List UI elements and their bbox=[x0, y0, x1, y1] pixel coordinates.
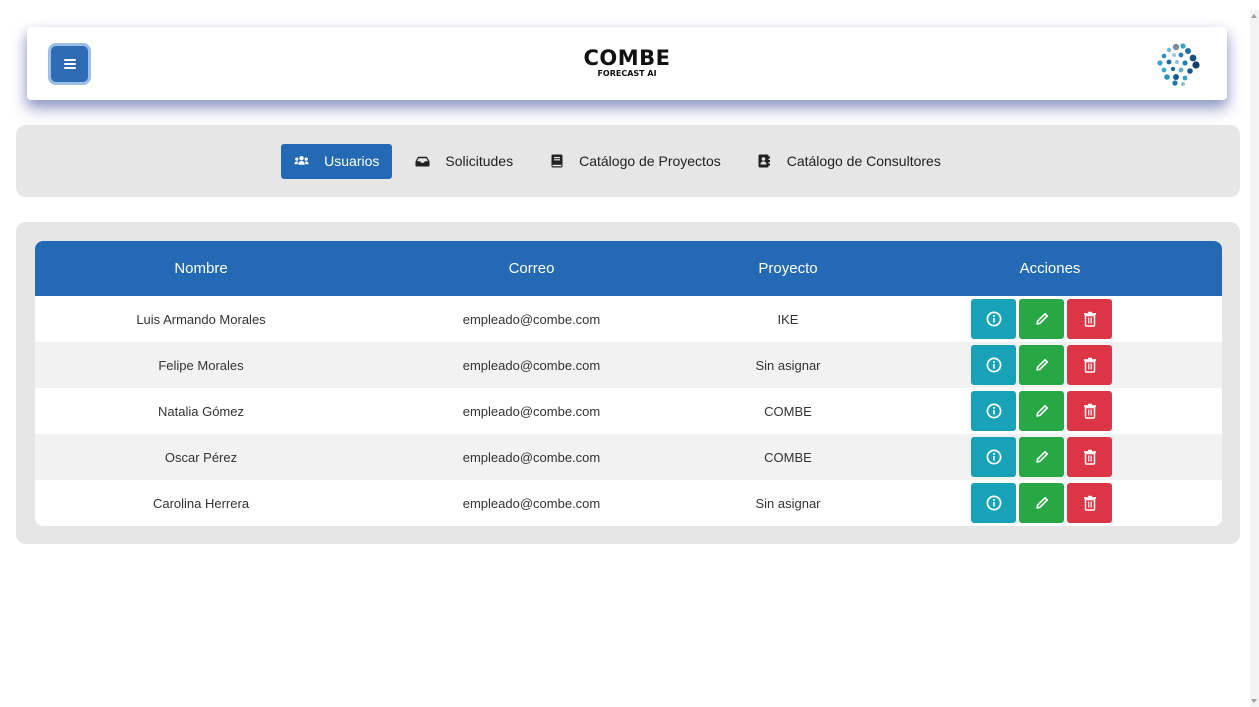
vertical-scrollbar[interactable] bbox=[1250, 10, 1259, 707]
pencil-icon bbox=[1034, 403, 1050, 419]
cell-proyecto: IKE bbox=[777, 311, 799, 327]
nav-item-usuarios[interactable]: Usuarios bbox=[281, 143, 393, 179]
cell-nombre: Oscar Pérez bbox=[164, 449, 238, 465]
trash-icon bbox=[1083, 357, 1097, 373]
app-subtitle: FORECAST AI bbox=[597, 69, 657, 78]
trash-icon bbox=[1083, 449, 1097, 465]
info-button[interactable] bbox=[971, 345, 1016, 385]
scroll-up-icon[interactable] bbox=[1251, 14, 1257, 18]
info-icon bbox=[986, 357, 1002, 373]
nav-item-label: Catálogo de Proyectos bbox=[579, 153, 721, 169]
brand: COMBE FORECAST AI bbox=[27, 47, 1227, 79]
pencil-icon bbox=[1034, 357, 1050, 373]
main-nav: Usuarios Solicitudes Catálogo de Proyect… bbox=[16, 125, 1240, 197]
pencil-icon bbox=[1034, 311, 1050, 327]
table-header: Nombre Correo Proyecto Acciones bbox=[35, 241, 1222, 296]
edit-button[interactable] bbox=[1019, 437, 1064, 477]
nav-item-solicitudes[interactable]: Solicitudes bbox=[402, 144, 526, 179]
nav-item-label: Catálogo de Consultores bbox=[786, 153, 941, 169]
cell-nombre: Carolina Herrera bbox=[152, 495, 250, 511]
users-panel: Nombre Correo Proyecto Acciones Luis Arm… bbox=[16, 222, 1240, 544]
cell-acciones bbox=[880, 345, 1220, 385]
cell-nombre: Luis Armando Morales bbox=[136, 311, 266, 327]
inbox-icon bbox=[415, 154, 430, 168]
edit-button[interactable] bbox=[1019, 483, 1064, 523]
cell-nombre: Felipe Morales bbox=[158, 357, 244, 373]
scroll-down-icon[interactable] bbox=[1251, 699, 1257, 703]
cell-acciones bbox=[880, 483, 1220, 523]
app-title: COMBE bbox=[583, 46, 671, 70]
column-header-acciones: Acciones bbox=[1019, 260, 1081, 277]
nav-item-catalogo-proyectos[interactable]: Catálogo de Proyectos bbox=[536, 144, 734, 179]
info-icon bbox=[986, 311, 1002, 327]
nav-item-label: Solicitudes bbox=[445, 153, 514, 169]
info-icon bbox=[986, 449, 1002, 465]
cell-proyecto: Sin asignar bbox=[755, 357, 821, 373]
cell-correo: empleado@combe.com bbox=[462, 495, 601, 511]
column-header-correo: Correo bbox=[508, 260, 555, 277]
trash-icon bbox=[1083, 495, 1097, 511]
table-row: Oscar Pérez empleado@combe.com COMBE bbox=[35, 434, 1222, 480]
cell-acciones bbox=[880, 391, 1220, 431]
nav-item-label: Usuarios bbox=[324, 153, 380, 169]
nav-item-catalogo-consultores[interactable]: Catálogo de Consultores bbox=[744, 144, 954, 179]
trash-icon bbox=[1083, 403, 1097, 419]
cell-proyecto: Sin asignar bbox=[755, 495, 821, 511]
page: COMBE FORECAST AI Usuarios Solicitudes C… bbox=[9, 10, 1249, 707]
table-row: Felipe Morales empleado@combe.com Sin asig… bbox=[35, 342, 1222, 388]
info-icon bbox=[986, 495, 1002, 511]
delete-button[interactable] bbox=[1067, 345, 1112, 385]
info-button[interactable] bbox=[971, 391, 1016, 431]
edit-button[interactable] bbox=[1019, 345, 1064, 385]
cell-correo: empleado@combe.com bbox=[462, 403, 601, 419]
delete-button[interactable] bbox=[1067, 299, 1112, 339]
table-row: Natalia Gómez empleado@combe.com COMBE bbox=[35, 388, 1222, 434]
cell-correo: empleado@combe.com bbox=[462, 357, 601, 373]
book-icon bbox=[549, 154, 564, 168]
column-header-nombre: Nombre bbox=[174, 260, 228, 277]
trash-icon bbox=[1083, 311, 1097, 327]
delete-button[interactable] bbox=[1067, 437, 1112, 477]
column-header-proyecto: Proyecto bbox=[758, 260, 818, 277]
cell-nombre: Natalia Gómez bbox=[158, 403, 244, 419]
cell-proyecto: COMBE bbox=[764, 403, 812, 419]
edit-button[interactable] bbox=[1019, 299, 1064, 339]
info-icon bbox=[986, 403, 1002, 419]
delete-button[interactable] bbox=[1067, 391, 1112, 431]
info-button[interactable] bbox=[971, 437, 1016, 477]
edit-button[interactable] bbox=[1019, 391, 1064, 431]
users-table: Nombre Correo Proyecto Acciones Luis Arm… bbox=[35, 241, 1222, 526]
info-button[interactable] bbox=[971, 483, 1016, 523]
cell-acciones bbox=[880, 299, 1220, 339]
cell-proyecto: COMBE bbox=[764, 449, 812, 465]
users-icon bbox=[294, 154, 309, 168]
table-row: Luis Armando Morales empleado@combe.com IK… bbox=[35, 296, 1222, 342]
info-button[interactable] bbox=[971, 299, 1016, 339]
app-header: COMBE FORECAST AI bbox=[27, 27, 1227, 100]
delete-button[interactable] bbox=[1067, 483, 1112, 523]
address-book-icon bbox=[757, 154, 772, 168]
cell-acciones bbox=[880, 437, 1220, 477]
cell-correo: empleado@combe.com bbox=[462, 311, 601, 327]
pencil-icon bbox=[1034, 495, 1050, 511]
table-row: Carolina Herrera empleado@combe.com Sin as… bbox=[35, 480, 1222, 526]
dots-network-logo bbox=[1157, 43, 1200, 86]
table-body: Luis Armando Morales empleado@combe.com IK… bbox=[35, 296, 1222, 526]
cell-correo: empleado@combe.com bbox=[462, 449, 601, 465]
pencil-icon bbox=[1034, 449, 1050, 465]
